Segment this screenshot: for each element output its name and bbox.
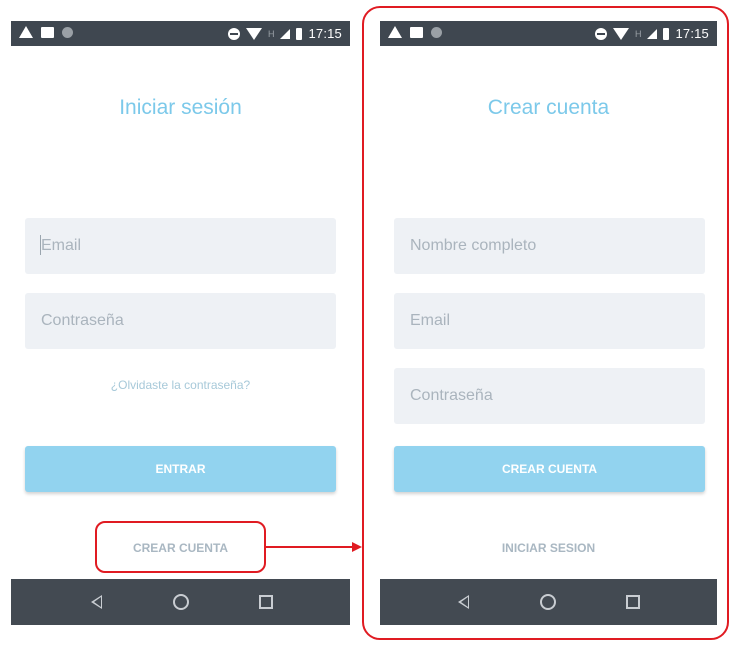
warning-icon <box>19 26 33 38</box>
wifi-icon <box>245 27 262 40</box>
signal-icon <box>280 28 291 39</box>
text-cursor <box>40 235 41 255</box>
password-field[interactable] <box>25 293 336 349</box>
login-button[interactable]: ENTRAR <box>25 446 336 492</box>
flow-arrow-head-icon <box>352 542 362 552</box>
email-field[interactable] <box>25 218 336 274</box>
email-input[interactable] <box>25 218 336 274</box>
recents-icon[interactable] <box>259 595 273 609</box>
status-time: 17:15 <box>308 26 342 41</box>
back-icon[interactable] <box>91 595 102 609</box>
flow-arrow-line <box>266 546 354 548</box>
do-not-disturb-icon <box>227 27 240 40</box>
create-account-highlight <box>95 521 266 573</box>
password-input[interactable] <box>25 293 336 349</box>
forgot-password-link[interactable]: ¿Olvidaste la contraseña? <box>11 378 350 392</box>
status-bar: H 17:15 <box>11 21 350 46</box>
network-type-label: H <box>267 28 275 39</box>
image-icon <box>41 26 54 38</box>
register-screen-highlight <box>362 6 729 640</box>
notification-dot-icon <box>62 26 73 38</box>
page-title: Iniciar sesión <box>119 96 242 119</box>
battery-icon <box>296 27 303 40</box>
navigation-bar <box>11 579 350 625</box>
home-icon[interactable] <box>173 594 189 610</box>
